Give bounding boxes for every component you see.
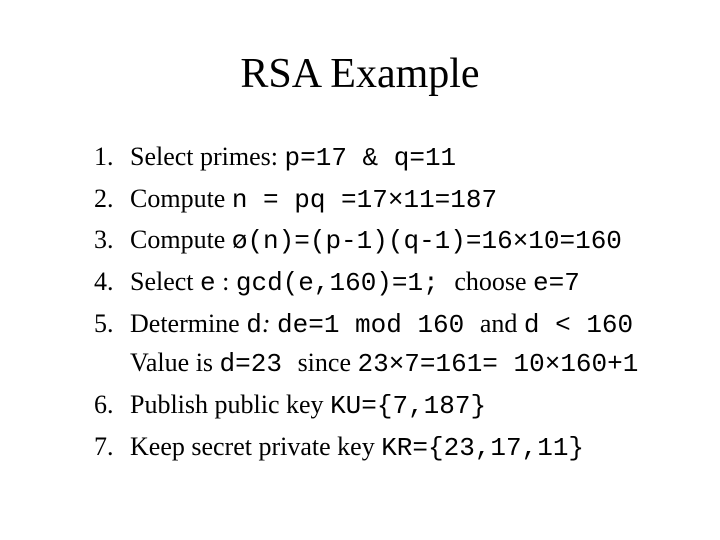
step6-text: Publish public key — [130, 390, 330, 419]
step4-code-a: e — [200, 268, 216, 298]
list-item: Compute n = pq =17×11=187 — [120, 180, 660, 220]
step7-text: Keep secret private key — [130, 432, 381, 461]
step5-line2-a: Value is — [130, 348, 220, 377]
step4-text-b: : — [216, 267, 236, 296]
step7-code: KR={23,17,11} — [381, 433, 584, 463]
step5-line2-b: since — [298, 348, 358, 377]
step5-text-b: and — [480, 309, 524, 338]
step1-code: p=17 & q=11 — [285, 143, 457, 173]
step6-code: KU={7,187} — [330, 391, 486, 421]
step4-text-c: choose — [454, 267, 533, 296]
step5-italic-a: : — [262, 309, 277, 338]
step5-code-b: de=1 mod 160 — [277, 310, 480, 340]
list-item: Publish public key KU={7,187} — [120, 386, 660, 426]
step4-text-a: Select — [130, 267, 200, 296]
step5-line2: Value is d=23 since 23×7=161= 10×160+1 — [130, 344, 660, 384]
step-list: Select primes: p=17 & q=11 Compute n = p… — [90, 138, 660, 468]
step4-code-b: gcd(e,160)=1; — [236, 268, 454, 298]
step3-text: Compute — [130, 225, 232, 254]
step2-text: Compute — [130, 184, 232, 213]
step5-line2-code-b: 23×7=161= 10×160+1 — [357, 349, 638, 379]
step4-code-c: e=7 — [533, 268, 580, 298]
list-item: Determine d: de=1 mod 160 and d < 160 Va… — [120, 305, 660, 384]
list-item: Keep secret private key KR={23,17,11} — [120, 428, 660, 468]
step3-code: ø(n)=(p-1)(q-1)=16×10=160 — [232, 226, 622, 256]
slide: RSA Example Select primes: p=17 & q=11 C… — [0, 0, 720, 540]
slide-title: RSA Example — [60, 50, 660, 98]
list-item: Compute ø(n)=(p-1)(q-1)=16×10=160 — [120, 221, 660, 261]
list-item: Select e : gcd(e,160)=1; choose e=7 — [120, 263, 660, 303]
step2-code: n = pq =17×11=187 — [232, 185, 497, 215]
step5-line2-code-a: d=23 — [220, 349, 298, 379]
step5-text-a: Determine — [130, 309, 246, 338]
step5-code-a: d — [246, 310, 262, 340]
step1-text: Select primes: — [130, 142, 285, 171]
list-item: Select primes: p=17 & q=11 — [120, 138, 660, 178]
step5-code-c: d < 160 — [524, 310, 633, 340]
